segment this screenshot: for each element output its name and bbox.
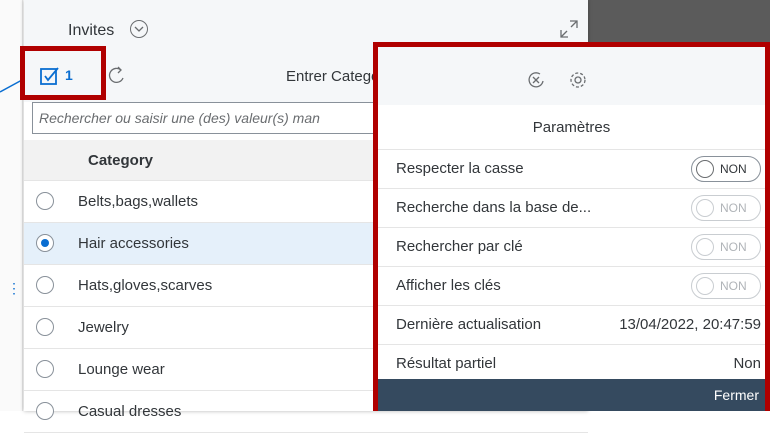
search-input[interactable]: Rechercher ou saisir une (des) valeur(s)… xyxy=(32,102,412,134)
settings-title-bar: Paramètres xyxy=(378,105,765,150)
show-keys-switch[interactable]: NON xyxy=(691,273,761,299)
radio-button[interactable] xyxy=(36,192,54,210)
switch-text: NON xyxy=(720,162,747,176)
highlight-box-selection xyxy=(20,46,106,100)
settings-popover: Paramètres Respecter la casse NON Recher… xyxy=(373,42,770,411)
switch-knob xyxy=(696,277,714,295)
setting-row: Dernière actualisation 13/04/2022, 20:47… xyxy=(378,306,765,345)
radio-button[interactable] xyxy=(36,276,54,294)
toolbar-title: Entrer Categor xyxy=(286,68,385,85)
radio-selected-dot xyxy=(41,239,49,247)
list-item-label: Casual dresses xyxy=(78,403,182,420)
last-refresh-value: 13/04/2022, 20:47:59 xyxy=(619,316,761,333)
column-header-label: Category xyxy=(88,152,154,169)
search-placeholder: Rechercher ou saisir une (des) valeur(s)… xyxy=(39,110,320,126)
radio-button[interactable] xyxy=(36,318,54,336)
setting-row: Afficher les clés NON xyxy=(378,267,765,306)
list-item-label: Belts,bags,wallets xyxy=(78,193,199,210)
switch-text: NON xyxy=(720,201,747,215)
setting-row: Respecter la casse NON xyxy=(378,150,765,189)
list-item-label: Hair accessories xyxy=(78,235,189,252)
setting-row: Rechercher par clé NON xyxy=(378,228,765,267)
close-button[interactable]: Fermer xyxy=(714,387,759,403)
list-item-label: Lounge wear xyxy=(78,361,165,378)
refresh-icon[interactable] xyxy=(108,66,126,86)
setting-label: Afficher les clés xyxy=(396,277,501,294)
setting-label: Rechercher par clé xyxy=(396,238,523,255)
list-item-label: Hats,gloves,scarves xyxy=(78,277,213,294)
case-sensitive-switch[interactable]: NON xyxy=(691,156,761,182)
expand-icon[interactable] xyxy=(560,20,578,38)
switch-text: NON xyxy=(720,240,747,254)
radio-button[interactable] xyxy=(36,234,54,252)
partial-result-value: Non xyxy=(733,355,761,372)
switch-knob xyxy=(696,199,714,217)
switch-knob xyxy=(696,160,714,178)
setting-label: Recherche dans la base de... xyxy=(396,199,592,216)
title-dropdown-button[interactable] xyxy=(130,20,148,38)
gear-icon[interactable] xyxy=(568,70,588,90)
switch-knob xyxy=(696,238,714,256)
dialog-title: Invites xyxy=(68,22,115,39)
drag-handle-icon: ⋮ xyxy=(7,280,21,296)
settings-footer: Fermer xyxy=(378,379,765,411)
setting-row: Résultat partiel Non xyxy=(378,345,765,383)
partial-result-label: Résultat partiel xyxy=(396,355,497,372)
list-item-label: Jewelry xyxy=(78,319,129,336)
search-database-switch[interactable]: NON xyxy=(691,195,761,221)
chevron-down-icon xyxy=(134,26,144,32)
setting-row: Recherche dans la base de... NON xyxy=(378,189,765,228)
last-refresh-label: Dernière actualisation xyxy=(396,316,542,333)
switch-text: NON xyxy=(720,279,747,293)
settings-title: Paramètres xyxy=(532,119,611,136)
search-by-key-switch[interactable]: NON xyxy=(691,234,761,260)
radio-button[interactable] xyxy=(36,360,54,378)
setting-label: Respecter la casse xyxy=(396,160,524,177)
radio-button[interactable] xyxy=(36,402,54,420)
clear-filter-icon[interactable] xyxy=(526,70,546,90)
settings-popover-header xyxy=(378,47,765,105)
